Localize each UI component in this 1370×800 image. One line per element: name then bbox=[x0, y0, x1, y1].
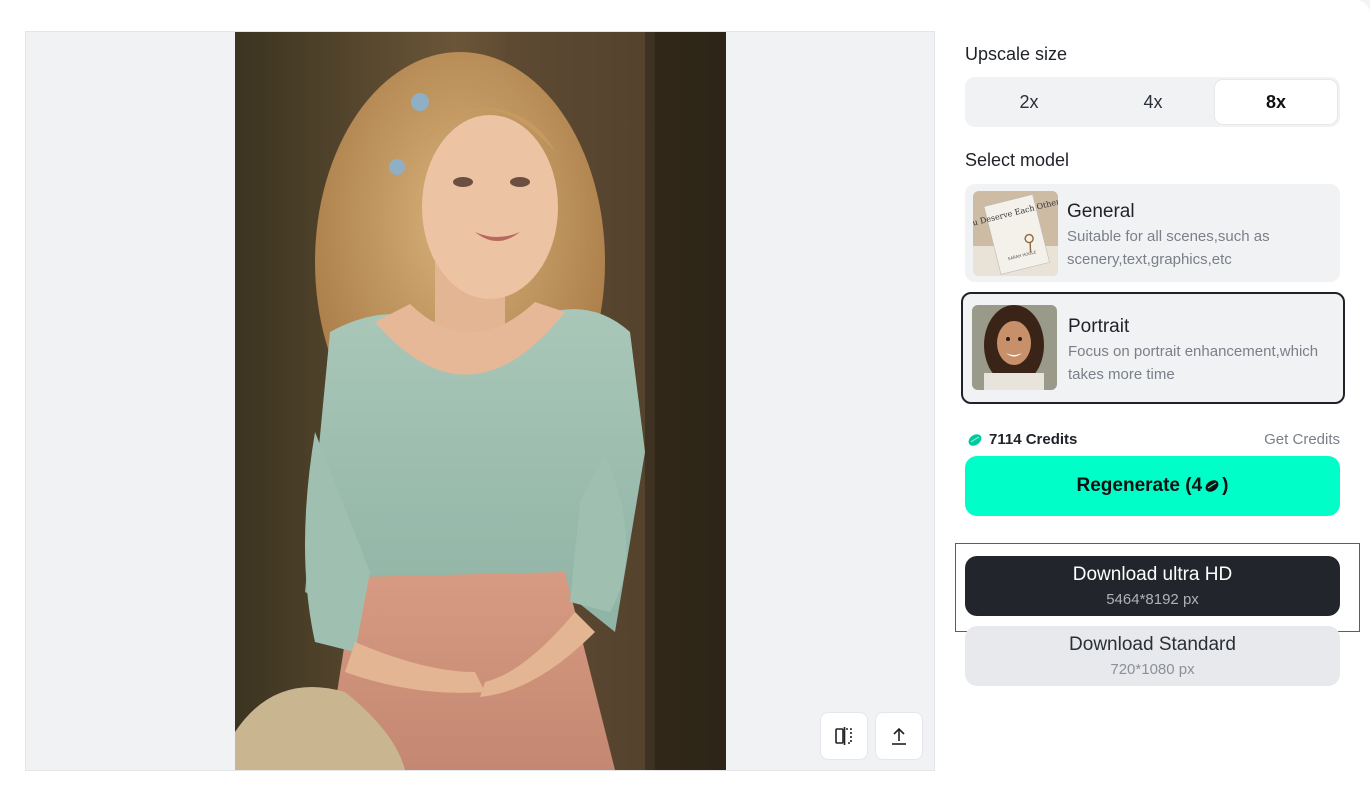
portrait-model-title: Portrait bbox=[1068, 316, 1130, 337]
upscale-option-2x[interactable]: 2x bbox=[968, 80, 1090, 124]
compare-icon bbox=[835, 727, 852, 745]
upscale-option-8x[interactable]: 8x bbox=[1215, 80, 1337, 124]
upscale-panel: Upscale size 2x 4x 8x Select model You D… bbox=[0, 0, 1370, 800]
model-option-portrait[interactable]: Portrait Focus on portrait enhancement,w… bbox=[961, 292, 1345, 404]
bean-icon bbox=[968, 433, 982, 446]
regenerate-suffix: ) bbox=[1222, 475, 1229, 496]
download-standard-button[interactable]: Download Standard 720*1080 px bbox=[965, 626, 1340, 686]
upscale-size-selector: 2x 4x 8x bbox=[965, 77, 1340, 127]
select-model-label: Select model bbox=[965, 150, 1070, 170]
upscale-option-4x[interactable]: 4x bbox=[1092, 80, 1214, 124]
get-credits-link[interactable]: Get Credits bbox=[1264, 431, 1340, 448]
regenerate-label: Regenerate (4 bbox=[1076, 475, 1203, 496]
regenerate-button[interactable]: Regenerate (4 ) bbox=[965, 456, 1340, 516]
download-standard-size: 720*1080 px bbox=[1110, 661, 1195, 678]
export-icon bbox=[892, 727, 906, 745]
general-model-thumbnail: You Deserve Each Other SARAH HOGLE bbox=[973, 191, 1058, 276]
credits-amount: 7114 Credits bbox=[989, 431, 1078, 448]
compare-button[interactable] bbox=[820, 712, 868, 760]
general-model-title: General bbox=[1067, 201, 1135, 222]
credits-balance: 7114 Credits bbox=[967, 431, 1077, 448]
portrait-model-description: Focus on portrait enhancement,which take… bbox=[1068, 343, 1319, 383]
general-model-description: Suitable for all scenes,such as scenery,… bbox=[1067, 228, 1270, 268]
download-ultra-hd-button[interactable]: Download ultra HD 5464*8192 px bbox=[965, 556, 1340, 616]
image-preview bbox=[25, 31, 935, 771]
download-ultra-hd-label: Download ultra HD bbox=[1072, 564, 1233, 585]
bean-icon bbox=[1205, 480, 1219, 492]
download-standard-label: Download Standard bbox=[1069, 634, 1236, 655]
export-button[interactable] bbox=[875, 712, 923, 760]
portrait-model-thumbnail bbox=[972, 305, 1057, 390]
upscale-size-label: Upscale size bbox=[965, 44, 1068, 64]
preview-photo bbox=[235, 32, 726, 770]
model-option-general[interactable]: You Deserve Each Other SARAH HOGLE Gener… bbox=[965, 184, 1340, 282]
download-ultra-hd-size: 5464*8192 px bbox=[1106, 591, 1199, 608]
